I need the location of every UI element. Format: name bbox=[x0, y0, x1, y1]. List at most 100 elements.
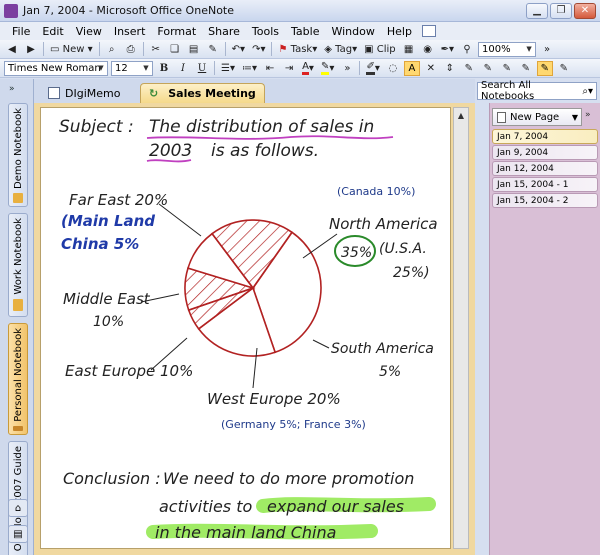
menu-table[interactable]: Table bbox=[285, 25, 325, 38]
redo-icon[interactable]: ↷▾ bbox=[250, 41, 267, 57]
notebook-tab-personal[interactable]: Personal Notebook bbox=[8, 323, 28, 435]
note-page[interactable]: Subject : The distribution of sales in 2… bbox=[40, 107, 451, 549]
ink-to-text-icon[interactable]: A bbox=[403, 60, 420, 76]
new-button[interactable]: ▭ New ▾ bbox=[48, 41, 95, 57]
tag-button-label: Tag bbox=[335, 43, 353, 55]
clip-button[interactable]: ▣ Clip bbox=[362, 41, 398, 57]
close-button[interactable]: ✕ bbox=[574, 2, 596, 19]
search-box[interactable]: Search All Notebooks ⌕▾ bbox=[477, 80, 597, 102]
notebook-label: Personal Notebook bbox=[12, 328, 24, 422]
decrease-indent-icon[interactable]: ⇤ bbox=[262, 60, 278, 76]
toolbar-divider bbox=[359, 61, 361, 75]
font-color-icon[interactable]: A ▾ bbox=[300, 60, 316, 76]
expand-page-tabs-icon[interactable]: » bbox=[585, 110, 591, 120]
section-label: DIgiMemo bbox=[65, 86, 121, 100]
section-tab-sales-meeting[interactable]: ↻ Sales Meeting bbox=[140, 83, 265, 103]
eraser-icon[interactable]: ✕ bbox=[423, 60, 439, 76]
page-tab[interactable]: Jan 15, 2004 - 1 bbox=[492, 177, 598, 192]
pen-2-icon[interactable]: ✎ bbox=[480, 60, 496, 76]
toolbar-divider bbox=[214, 61, 215, 75]
label-west-europe: West Europe 20% bbox=[207, 390, 341, 408]
zoom-select[interactable]: 100% ▼ bbox=[478, 41, 537, 57]
notebook-tab-work[interactable]: Work Notebook bbox=[8, 213, 28, 317]
scroll-up-icon[interactable]: ▲ bbox=[454, 108, 468, 122]
paste-icon[interactable]: ▤ bbox=[186, 41, 202, 57]
menu-edit[interactable]: Edit bbox=[36, 25, 69, 38]
audio-icon[interactable]: ◉ bbox=[420, 41, 436, 57]
format-painter-icon[interactable]: ✎ bbox=[205, 41, 221, 57]
menu-window[interactable]: Window bbox=[325, 25, 380, 38]
forward-icon[interactable]: ▶ bbox=[23, 41, 39, 57]
conclusion-highlight1: expand our sales bbox=[267, 497, 404, 516]
handwritten-note: Subject : The distribution of sales in 2… bbox=[59, 117, 438, 542]
font-size-value: 12 bbox=[115, 62, 128, 74]
help-search-icon[interactable] bbox=[421, 25, 436, 37]
menu-tools[interactable]: Tools bbox=[246, 25, 285, 38]
label-north-america-pct: 35% bbox=[341, 245, 372, 261]
undo-icon[interactable]: ↶▾ bbox=[230, 41, 247, 57]
label-usa-pct: 25%) bbox=[393, 265, 430, 281]
zoom-value: 100% bbox=[482, 43, 511, 55]
label-south-america-line2: 5% bbox=[379, 364, 401, 380]
search-icon[interactable]: ⌕ bbox=[104, 41, 120, 57]
numbering-icon[interactable]: ≔▾ bbox=[240, 60, 259, 76]
copy-icon[interactable]: ❏ bbox=[167, 41, 183, 57]
menu-help[interactable]: Help bbox=[381, 25, 418, 38]
page-tab[interactable]: Jan 15, 2004 - 2 bbox=[492, 193, 598, 208]
back-icon[interactable]: ◀ bbox=[4, 41, 20, 57]
pen-1-icon[interactable]: ✎ bbox=[461, 60, 477, 76]
bold-button[interactable]: B bbox=[156, 60, 172, 76]
page-tab[interactable]: Jan 12, 2004 bbox=[492, 161, 598, 176]
germany-note: (Germany 5%; France 3%) bbox=[221, 418, 366, 431]
restore-button[interactable]: ❐ bbox=[550, 2, 572, 19]
menu-share[interactable]: Share bbox=[202, 25, 246, 38]
toolbar-options-icon[interactable]: » bbox=[339, 60, 355, 76]
font-select[interactable]: Times New Roman ▼ bbox=[4, 60, 108, 76]
lasso-icon[interactable]: ◌ bbox=[385, 60, 401, 76]
menu-format[interactable]: Format bbox=[151, 25, 202, 38]
label-china-line1: (Main Land bbox=[61, 212, 155, 230]
menu-insert[interactable]: Insert bbox=[108, 25, 152, 38]
new-page-button[interactable]: New Page ▼ bbox=[492, 108, 582, 126]
tag-icon: ◈ bbox=[324, 43, 332, 55]
page-tab[interactable]: Jan 7, 2004 bbox=[492, 129, 598, 144]
section-tab-digimemo[interactable]: DIgiMemo bbox=[40, 83, 128, 103]
search-icon[interactable]: ⌕▾ bbox=[582, 86, 593, 97]
underline-button[interactable]: U bbox=[194, 60, 210, 76]
pen-4-icon[interactable]: ✎ bbox=[518, 60, 534, 76]
pen-3-icon[interactable]: ✎ bbox=[499, 60, 515, 76]
highlighter-icon[interactable]: ✎ bbox=[556, 60, 572, 76]
conclusion-line2: activities to bbox=[159, 497, 252, 516]
pen-color-icon[interactable]: ✐ ▾ bbox=[364, 60, 381, 76]
chevron-down-icon[interactable]: ▼ bbox=[572, 113, 578, 122]
table-icon[interactable]: ▦ bbox=[401, 41, 417, 57]
tag-button[interactable]: ◈ Tag ▾ bbox=[322, 41, 359, 57]
window-title: Jan 7, 2004 - Microsoft Office OneNote bbox=[23, 4, 234, 17]
highlight-icon[interactable]: ✎ ▾ bbox=[319, 60, 336, 76]
pen-icon[interactable]: ✒▾ bbox=[439, 41, 456, 57]
italic-button[interactable]: I bbox=[175, 60, 191, 76]
subject-year: 2003 bbox=[149, 141, 192, 161]
toolbar-options-icon[interactable]: » bbox=[539, 41, 555, 57]
menu-view[interactable]: View bbox=[70, 25, 108, 38]
task-button[interactable]: ⚑ Task ▾ bbox=[276, 41, 319, 57]
research-icon[interactable]: ⚲ bbox=[459, 41, 475, 57]
increase-indent-icon[interactable]: ⇥ bbox=[281, 60, 297, 76]
menu-file[interactable]: File bbox=[6, 25, 36, 38]
notebook-tab-demo[interactable]: Demo Notebook bbox=[8, 103, 28, 207]
bullets-icon[interactable]: ☰▾ bbox=[219, 60, 237, 76]
collapse-navigation-icon[interactable]: » bbox=[9, 84, 15, 94]
clip-icon: ▣ bbox=[364, 43, 374, 55]
all-notebooks-icon[interactable]: ▤ bbox=[8, 525, 28, 543]
title-bar: Jan 7, 2004 - Microsoft Office OneNote ▁… bbox=[0, 0, 600, 22]
unfiled-notes-icon[interactable]: ⌂ bbox=[8, 499, 28, 517]
conclusion-label: Conclusion : bbox=[63, 469, 161, 488]
page-scrollbar[interactable]: ▲ bbox=[453, 107, 469, 549]
pen-5-icon[interactable]: ✎ bbox=[536, 60, 553, 76]
page-tab[interactable]: Jan 9, 2004 bbox=[492, 145, 598, 160]
print-icon[interactable]: ⎙ bbox=[123, 41, 139, 57]
cut-icon[interactable]: ✂ bbox=[148, 41, 164, 57]
font-size-select[interactable]: 12 ▼ bbox=[111, 60, 153, 76]
minimize-button[interactable]: ▁ bbox=[526, 2, 548, 19]
insert-space-icon[interactable]: ⇕ bbox=[442, 60, 458, 76]
